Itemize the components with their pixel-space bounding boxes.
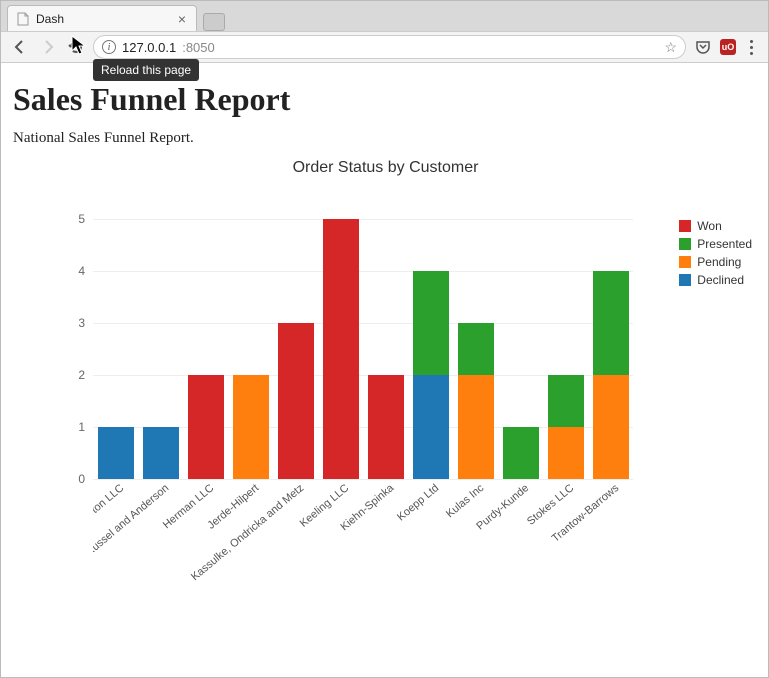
legend-item-won[interactable]: Won bbox=[679, 219, 752, 233]
chart-bar[interactable] bbox=[453, 323, 498, 479]
chart-bar-segment[interactable] bbox=[188, 375, 224, 479]
legend-item-pending[interactable]: Pending bbox=[679, 255, 752, 269]
chart-bar[interactable] bbox=[273, 323, 318, 479]
page-subtext: National Sales Funnel Report. bbox=[13, 130, 756, 147]
legend-label: Pending bbox=[697, 255, 741, 269]
chart-container: Order Status by Customer 012345 Barton L… bbox=[13, 159, 758, 639]
chart-bars bbox=[93, 219, 633, 479]
reload-tooltip: Reload this page bbox=[93, 59, 199, 81]
pocket-extension-icon[interactable] bbox=[692, 36, 714, 58]
browser-menu-button[interactable] bbox=[742, 40, 760, 55]
legend-swatch-icon bbox=[679, 238, 691, 250]
ublock-extension-icon[interactable]: uO bbox=[720, 39, 736, 55]
chart-y-tick: 5 bbox=[78, 212, 93, 226]
chart-bar[interactable] bbox=[93, 427, 138, 479]
address-bar[interactable]: i 127.0.0.1 :8050 ☆ bbox=[93, 35, 686, 59]
page-heading: Sales Funnel Report bbox=[13, 81, 756, 118]
new-tab-button[interactable] bbox=[203, 13, 225, 31]
page-content: Sales Funnel Report National Sales Funne… bbox=[1, 63, 768, 639]
legend-item-declined[interactable]: Declined bbox=[679, 273, 752, 287]
chart-bar-segment[interactable] bbox=[548, 427, 584, 479]
chart-bar[interactable] bbox=[543, 375, 588, 479]
chart-bar-segment[interactable] bbox=[458, 375, 494, 479]
page-favicon-icon bbox=[16, 12, 30, 26]
tab-title: Dash bbox=[36, 12, 64, 26]
url-port: :8050 bbox=[182, 40, 215, 55]
chart-bar-segment[interactable] bbox=[368, 375, 404, 479]
chart-y-tick: 0 bbox=[78, 472, 93, 486]
chart-legend: Won Presented Pending Declined bbox=[679, 219, 752, 291]
chart-y-tick: 1 bbox=[78, 420, 93, 434]
chart-bar-segment[interactable] bbox=[548, 375, 584, 427]
chart-x-labels: Barton LLCFritsch, Russel and AndersonHe… bbox=[93, 479, 653, 587]
chart-bar-segment[interactable] bbox=[413, 375, 449, 479]
chart-bar[interactable] bbox=[318, 219, 363, 479]
chart-y-tick: 2 bbox=[78, 368, 93, 382]
chart-bar[interactable] bbox=[363, 375, 408, 479]
legend-label: Declined bbox=[697, 273, 744, 287]
chart-bar[interactable] bbox=[138, 427, 183, 479]
chart-bar-segment[interactable] bbox=[98, 427, 134, 479]
tab-strip: Dash × bbox=[1, 1, 768, 31]
chart-bar[interactable] bbox=[183, 375, 228, 479]
chart-bar-segment[interactable] bbox=[458, 323, 494, 375]
chart-bar[interactable] bbox=[498, 427, 543, 479]
bookmark-star-icon[interactable]: ☆ bbox=[664, 39, 677, 56]
chart-y-tick: 3 bbox=[78, 316, 93, 330]
chart-y-tick: 4 bbox=[78, 264, 93, 278]
url-host: 127.0.0.1 bbox=[122, 40, 176, 55]
chart-bar[interactable] bbox=[408, 271, 453, 479]
chart-bar-segment[interactable] bbox=[143, 427, 179, 479]
chart-x-tick: Kulas Inc bbox=[443, 482, 485, 520]
chart-bar-segment[interactable] bbox=[593, 375, 629, 479]
legend-swatch-icon bbox=[679, 274, 691, 286]
tab-close-button[interactable]: × bbox=[176, 11, 188, 27]
legend-item-presented[interactable]: Presented bbox=[679, 237, 752, 251]
chart-bar-segment[interactable] bbox=[503, 427, 539, 479]
forward-button[interactable] bbox=[37, 36, 59, 58]
chart-bar-segment[interactable] bbox=[233, 375, 269, 479]
legend-swatch-icon bbox=[679, 220, 691, 232]
legend-swatch-icon bbox=[679, 256, 691, 268]
browser-tab[interactable]: Dash × bbox=[7, 5, 197, 31]
chart-bar[interactable] bbox=[228, 375, 273, 479]
chart-bar-segment[interactable] bbox=[593, 271, 629, 375]
chart-plot-area[interactable]: 012345 bbox=[93, 219, 633, 479]
site-info-icon[interactable]: i bbox=[102, 40, 116, 54]
legend-label: Presented bbox=[697, 237, 752, 251]
chart-title: Order Status by Customer bbox=[13, 159, 758, 177]
legend-label: Won bbox=[697, 219, 721, 233]
chart-bar-segment[interactable] bbox=[278, 323, 314, 479]
chart-bar[interactable] bbox=[588, 271, 633, 479]
back-button[interactable] bbox=[9, 36, 31, 58]
browser-window: Dash × i 127.0.0.1 :8050 ☆ uO Reload this… bbox=[0, 0, 769, 678]
chart-bar-segment[interactable] bbox=[413, 271, 449, 375]
chart-x-tick: Koepp Ltd bbox=[395, 482, 441, 523]
chart-bar-segment[interactable] bbox=[323, 219, 359, 479]
reload-button[interactable] bbox=[65, 36, 87, 58]
